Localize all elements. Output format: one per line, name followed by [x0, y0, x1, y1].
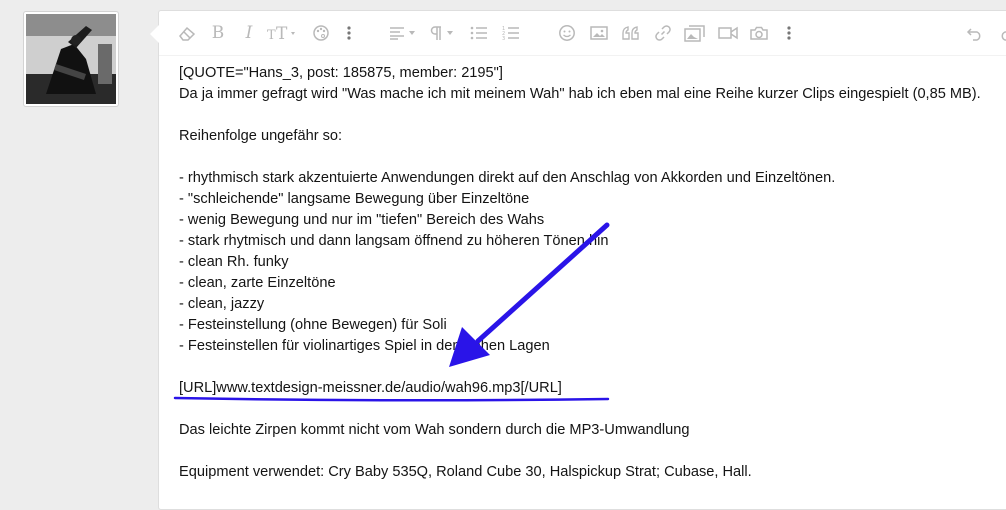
italic-icon[interactable]: I [241, 23, 257, 43]
svg-text:T: T [267, 28, 276, 41]
undo-icon[interactable] [965, 23, 985, 43]
gallery-icon[interactable] [683, 23, 707, 43]
eraser-icon[interactable] [177, 23, 197, 43]
post-line: Equipment verwendet: Cry Baby 535Q, Rola… [179, 464, 752, 480]
align-icon[interactable] [389, 23, 417, 43]
post-line: - "schleichende" langsame Bewegung über … [179, 191, 530, 207]
svg-text:T: T [276, 25, 288, 41]
more-vertical-icon[interactable] [783, 23, 795, 43]
post-line: - wenig Bewegung und nur im "tiefen" Ber… [179, 212, 545, 228]
post-line: [QUOTE="Hans_3, post: 185875, member: 21… [179, 65, 503, 81]
editor-content[interactable]: [QUOTE="Hans_3, post: 185875, member: 21… [179, 63, 1006, 483]
redo-icon[interactable] [997, 23, 1006, 43]
more-vertical-icon[interactable] [343, 23, 355, 43]
post-line: - clean, jazzy [179, 296, 265, 312]
smiley-icon[interactable] [557, 23, 577, 43]
link-icon[interactable] [653, 23, 673, 43]
palette-icon[interactable] [311, 23, 331, 43]
avatar-image [26, 14, 116, 104]
post-line [179, 147, 1006, 168]
post-line: Reihenfolge ungefähr so: [179, 128, 343, 144]
text-size-icon[interactable]: TT [267, 23, 299, 43]
post-line [179, 357, 1006, 378]
avatar[interactable] [23, 11, 119, 107]
svg-text:3: 3 [502, 36, 505, 41]
bold-glyph: B [211, 23, 225, 43]
bullet-list-icon[interactable] [469, 23, 489, 43]
post-line: - Festeinstellen für violinartiges Spiel… [179, 338, 550, 354]
post-line [179, 105, 1006, 126]
video-icon[interactable] [717, 23, 739, 43]
paragraph-icon[interactable] [429, 23, 457, 43]
post-line [179, 441, 1006, 462]
post-line: - Festeinstellung (ohne Bewegen) für Sol… [179, 317, 447, 333]
italic-glyph: I [245, 23, 253, 43]
post-line: - rhythmisch stark akzentuierte Anwendun… [179, 170, 836, 186]
editor-toolbar: B I TT 123 [159, 11, 1006, 56]
bold-icon[interactable]: B [209, 23, 227, 43]
post-line: - stark rhytmisch und dann langsam öffne… [179, 233, 609, 249]
post-line: - clean, zarte Einzeltöne [179, 275, 336, 291]
post-line [179, 399, 1006, 420]
url-line: [URL]www.textdesign-meissner.de/audio/wa… [179, 380, 562, 396]
numbered-list-icon[interactable]: 123 [501, 23, 521, 43]
post-line: Das leichte Zirpen kommt nicht vom Wah s… [179, 422, 690, 438]
quote-icon[interactable] [621, 23, 641, 43]
post-editor[interactable]: B I TT 123 [QUOTE="Hans_3, post: 185875,… [150, 10, 1006, 510]
camera-icon[interactable] [749, 23, 769, 43]
post-line: Da ja immer gefragt wird "Was mache ich … [179, 86, 981, 102]
post-line: - clean Rh. funky [179, 254, 289, 270]
image-icon[interactable] [589, 23, 609, 43]
